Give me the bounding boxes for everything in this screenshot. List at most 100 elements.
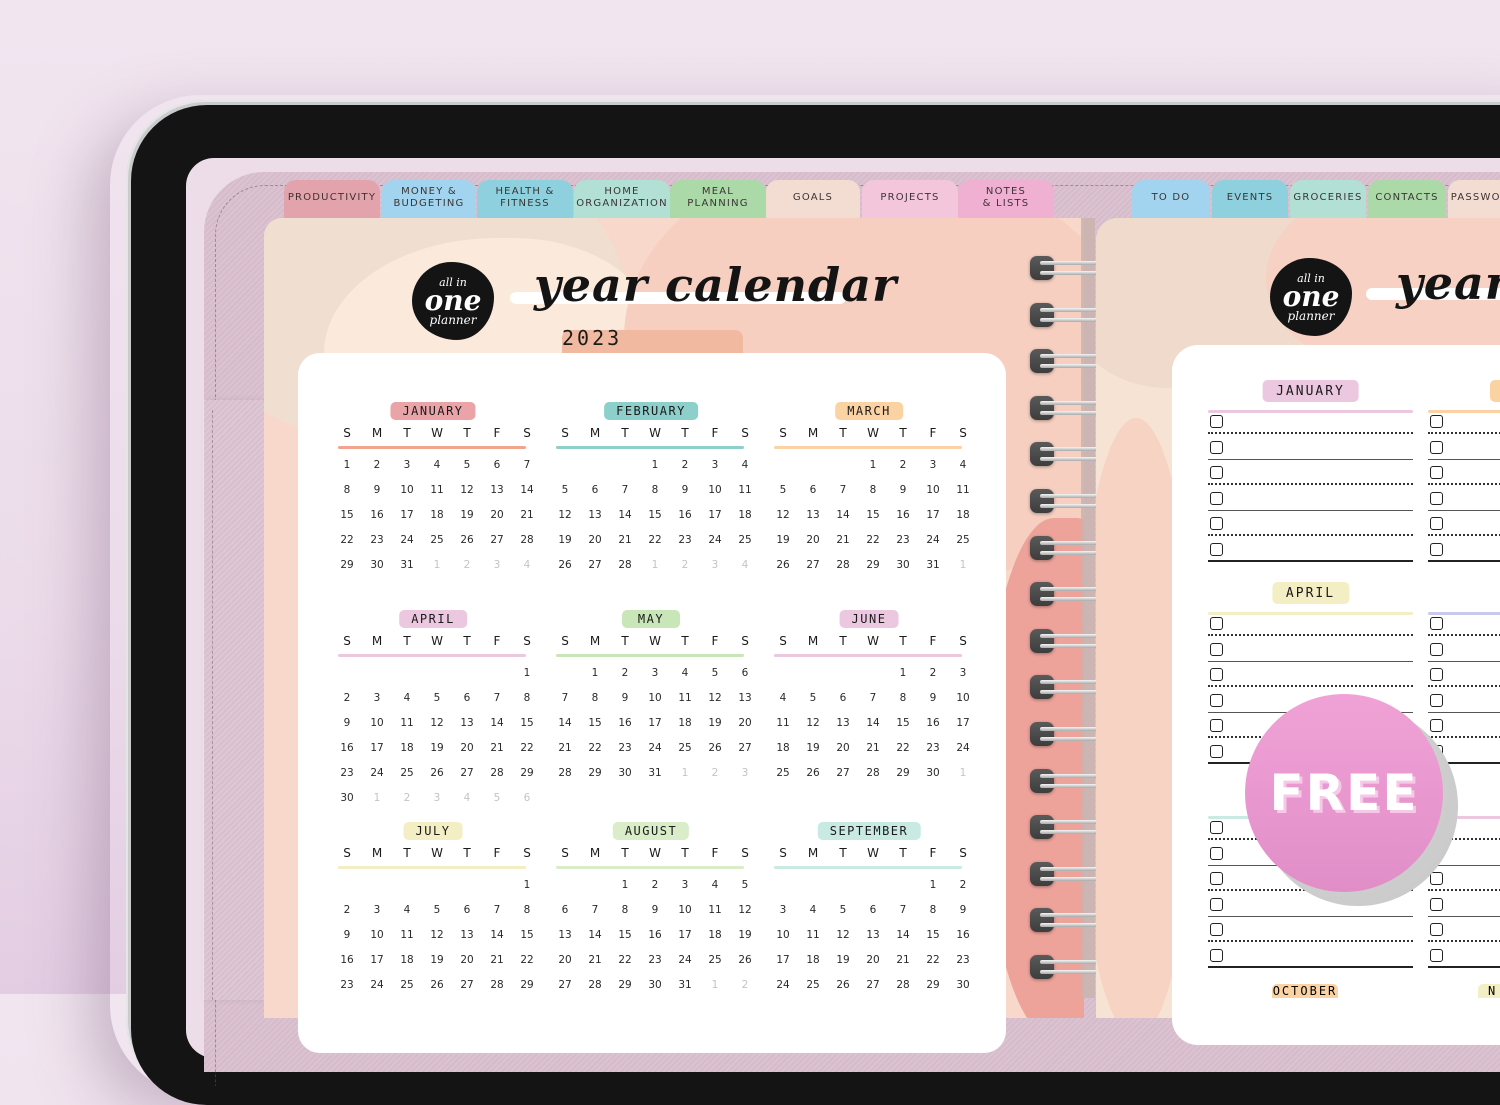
tab-to-do[interactable]: TO DO [1132,180,1210,220]
day-cell[interactable]: 20 [550,953,580,968]
todo-item[interactable] [1208,918,1413,942]
day-cell[interactable]: 1 [580,666,610,681]
day-cell[interactable]: 2 [730,978,760,993]
day-cell[interactable]: 14 [482,928,512,943]
day-cell[interactable]: 24 [362,978,392,993]
day-cell[interactable]: 1 [512,878,542,893]
day-cell[interactable]: 24 [640,741,670,756]
day-cell[interactable]: 1 [948,766,978,781]
day-cell[interactable]: 12 [550,508,580,523]
checkbox[interactable] [1210,517,1223,530]
day-cell[interactable]: 16 [362,508,392,523]
day-cell[interactable]: 22 [918,953,948,968]
day-cell[interactable]: 29 [918,978,948,993]
day-cell[interactable]: 7 [610,483,640,498]
day-cell[interactable]: 25 [700,953,730,968]
day-cell[interactable]: 14 [482,716,512,731]
checkbox[interactable] [1210,617,1223,630]
day-cell[interactable]: 28 [610,558,640,573]
day-cell[interactable]: 26 [550,558,580,573]
day-cell[interactable]: 11 [670,691,700,706]
tab-money-budgeting[interactable]: MONEY & BUDGETING [382,180,476,220]
day-cell[interactable]: 5 [730,878,760,893]
day-cell[interactable]: 10 [362,716,392,731]
day-cell[interactable]: 1 [362,791,392,806]
day-cell[interactable]: 21 [828,533,858,548]
day-cell[interactable]: 14 [858,716,888,731]
day-cell[interactable]: 28 [888,978,918,993]
day-cell[interactable]: 17 [640,716,670,731]
todo-item[interactable] [1428,714,1500,738]
day-cell[interactable]: 21 [888,953,918,968]
day-cell[interactable]: 8 [332,483,362,498]
day-cell[interactable]: 26 [422,766,452,781]
day-cell[interactable]: 3 [482,558,512,573]
day-cell[interactable]: 29 [610,978,640,993]
day-cell[interactable]: 19 [422,741,452,756]
day-cell[interactable]: 22 [640,533,670,548]
day-cell[interactable]: 17 [918,508,948,523]
day-cell[interactable]: 12 [730,903,760,918]
tab-meal-planning[interactable]: MEAL PLANNING [670,180,766,220]
day-cell[interactable]: 12 [768,508,798,523]
day-cell[interactable]: 11 [422,483,452,498]
day-cell[interactable]: 15 [858,508,888,523]
todo-item[interactable] [1428,538,1500,562]
checkbox[interactable] [1430,440,1443,454]
day-cell[interactable]: 9 [332,928,362,943]
todo-item[interactable] [1428,638,1500,662]
checkbox[interactable] [1430,415,1443,428]
tab-groceries[interactable]: GROCERIES [1290,180,1366,220]
day-cell[interactable]: 27 [452,978,482,993]
checkbox[interactable] [1210,821,1223,834]
todo-item[interactable] [1208,436,1413,460]
day-cell[interactable]: 27 [452,766,482,781]
todo-item[interactable] [1208,944,1413,968]
day-cell[interactable]: 16 [610,716,640,731]
day-cell[interactable]: 26 [422,978,452,993]
day-cell[interactable]: 2 [888,458,918,473]
todo-item[interactable] [1428,487,1500,511]
day-cell[interactable]: 18 [700,928,730,943]
day-cell[interactable]: 8 [512,691,542,706]
day-cell[interactable]: 3 [422,791,452,806]
day-cell[interactable]: 7 [888,903,918,918]
day-cell[interactable]: 15 [640,508,670,523]
day-cell[interactable]: 24 [700,533,730,548]
day-cell[interactable]: 5 [798,691,828,706]
day-cell[interactable]: 17 [362,953,392,968]
day-cell[interactable]: 18 [392,741,422,756]
day-cell[interactable]: 18 [730,508,760,523]
day-cell[interactable]: 23 [640,953,670,968]
todo-item[interactable] [1428,436,1500,460]
day-cell[interactable]: 14 [610,508,640,523]
day-cell[interactable]: 11 [948,483,978,498]
tab-home-organization[interactable]: HOME ORGANIZATION [574,180,670,220]
day-cell[interactable]: 1 [610,878,640,893]
day-cell[interactable]: 4 [670,666,700,681]
day-cell[interactable]: 16 [332,741,362,756]
day-cell[interactable]: 4 [392,903,422,918]
day-cell[interactable]: 22 [512,953,542,968]
day-cell[interactable]: 1 [640,458,670,473]
day-cell[interactable]: 18 [798,953,828,968]
checkbox[interactable] [1430,948,1443,962]
day-cell[interactable]: 13 [858,928,888,943]
day-cell[interactable]: 5 [828,903,858,918]
day-cell[interactable]: 28 [858,766,888,781]
day-cell[interactable]: 9 [948,903,978,918]
day-cell[interactable]: 19 [768,533,798,548]
day-cell[interactable]: 4 [730,558,760,573]
day-cell[interactable]: 18 [392,953,422,968]
day-cell[interactable]: 10 [948,691,978,706]
day-cell[interactable]: 1 [700,978,730,993]
day-cell[interactable]: 15 [332,508,362,523]
day-cell[interactable]: 4 [798,903,828,918]
checkbox[interactable] [1430,923,1443,936]
day-cell[interactable]: 8 [610,903,640,918]
day-cell[interactable]: 15 [512,928,542,943]
checkbox[interactable] [1210,923,1223,936]
day-cell[interactable]: 14 [580,928,610,943]
day-cell[interactable]: 26 [768,558,798,573]
day-cell[interactable]: 1 [422,558,452,573]
